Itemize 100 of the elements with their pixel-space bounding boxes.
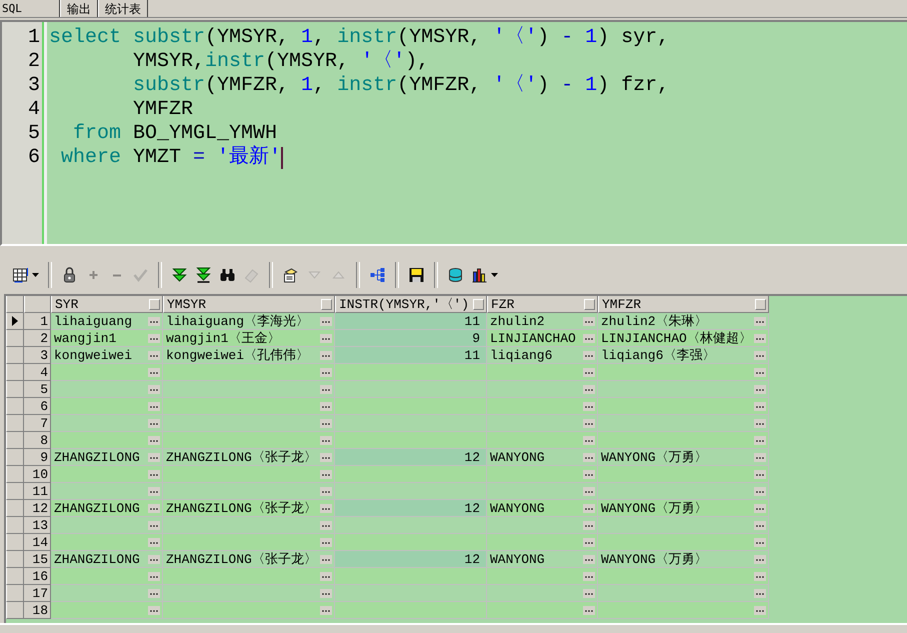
code-line: YMSYR,instr(YMSYR, '〈'), bbox=[132, 50, 430, 74]
binoculars-icon bbox=[219, 267, 236, 283]
ellipsis-button[interactable] bbox=[754, 572, 766, 580]
ellipsis-button[interactable] bbox=[583, 486, 595, 496]
ellipsis-button[interactable] bbox=[148, 486, 160, 496]
ellipsis-button[interactable] bbox=[583, 350, 595, 360]
row-number: 17 bbox=[24, 585, 51, 602]
ellipsis-button[interactable] bbox=[148, 572, 160, 580]
row-selector[interactable] bbox=[6, 313, 24, 330]
ellipsis-button[interactable] bbox=[754, 520, 766, 530]
row-number: 15 bbox=[24, 551, 51, 568]
ellipsis-button[interactable] bbox=[754, 452, 766, 462]
ellipsis-button[interactable] bbox=[148, 452, 160, 462]
ellipsis-button[interactable] bbox=[148, 316, 160, 326]
ellipsis-button[interactable] bbox=[754, 606, 766, 614]
ellipsis-button[interactable] bbox=[754, 402, 766, 410]
header-button[interactable] bbox=[473, 298, 484, 310]
row-number: 3 bbox=[24, 347, 51, 364]
ellipsis-button[interactable] bbox=[754, 486, 766, 496]
ellipsis-button[interactable] bbox=[583, 504, 595, 512]
ellipsis-button[interactable] bbox=[320, 606, 332, 614]
ellipsis-button[interactable] bbox=[320, 554, 332, 564]
ellipsis-button[interactable] bbox=[754, 504, 766, 512]
ellipsis-button[interactable] bbox=[583, 572, 595, 580]
column-header: YMSYR bbox=[167, 296, 208, 312]
tab[interactable]: 统计表 bbox=[98, 0, 148, 17]
ellipsis-button[interactable] bbox=[320, 504, 332, 512]
ellipsis-button[interactable] bbox=[583, 452, 595, 462]
ellipsis-button[interactable] bbox=[320, 520, 332, 530]
ellipsis-button[interactable] bbox=[148, 384, 160, 394]
ellipsis-button[interactable] bbox=[320, 452, 332, 462]
ellipsis-button[interactable] bbox=[583, 402, 595, 410]
tab[interactable]: SQL bbox=[0, 0, 60, 17]
ellipsis-button[interactable] bbox=[583, 436, 595, 444]
ellipsis-button[interactable] bbox=[754, 418, 766, 428]
tab[interactable]: 输出 bbox=[60, 0, 98, 17]
code-line: substr(YMFZR, 1, instr(YMFZR, '〈') - 1) fzr, bbox=[132, 74, 670, 98]
code-line: from BO_YMGL_YMWH bbox=[72, 122, 278, 145]
ellipsis-button[interactable] bbox=[320, 316, 332, 326]
lock-icon bbox=[61, 267, 78, 283]
header-button[interactable] bbox=[584, 298, 595, 310]
ellipsis-button[interactable] bbox=[583, 520, 595, 530]
ellipsis-button[interactable] bbox=[583, 316, 595, 326]
ellipsis-button[interactable] bbox=[754, 470, 766, 478]
ellipsis-button[interactable] bbox=[148, 334, 160, 342]
ellipsis-button[interactable] bbox=[754, 334, 766, 342]
row-number: 13 bbox=[24, 517, 51, 534]
ellipsis-button[interactable] bbox=[320, 384, 332, 394]
ellipsis-button[interactable] bbox=[320, 470, 332, 478]
ellipsis-button[interactable] bbox=[583, 368, 595, 376]
row-number: 1 bbox=[24, 313, 51, 330]
ellipsis-button[interactable] bbox=[148, 402, 160, 410]
ellipsis-button[interactable] bbox=[320, 538, 332, 546]
code-line: where YMZT = '最新' bbox=[60, 146, 282, 170]
column-header: INSTR(YMSYR,'〈') bbox=[339, 296, 470, 312]
header-button[interactable] bbox=[321, 298, 332, 310]
ellipsis-button[interactable] bbox=[754, 436, 766, 444]
ellipsis-button[interactable] bbox=[583, 606, 595, 614]
line-number: 1 bbox=[26, 26, 41, 50]
ellipsis-button[interactable] bbox=[583, 334, 595, 342]
table-cell-text: kongweiwei〈孔伟伟〉 bbox=[166, 346, 310, 364]
ellipsis-button[interactable] bbox=[148, 606, 160, 614]
ellipsis-button[interactable] bbox=[148, 504, 160, 512]
ellipsis-button[interactable] bbox=[320, 334, 332, 342]
ellipsis-button[interactable] bbox=[320, 436, 332, 444]
row-number: 4 bbox=[24, 364, 51, 381]
header-button[interactable] bbox=[755, 298, 766, 310]
header-button[interactable] bbox=[149, 298, 160, 310]
ellipsis-button[interactable] bbox=[754, 538, 766, 546]
ellipsis-button[interactable] bbox=[148, 554, 160, 564]
ellipsis-button[interactable] bbox=[148, 368, 160, 376]
ellipsis-button[interactable] bbox=[583, 588, 595, 598]
ellipsis-button[interactable] bbox=[754, 350, 766, 360]
ellipsis-button[interactable] bbox=[148, 588, 160, 598]
row-number: 14 bbox=[24, 534, 51, 551]
ellipsis-button[interactable] bbox=[320, 418, 332, 428]
ellipsis-button[interactable] bbox=[754, 316, 766, 326]
ellipsis-button[interactable] bbox=[148, 520, 160, 530]
ellipsis-button[interactable] bbox=[148, 418, 160, 428]
ellipsis-button[interactable] bbox=[583, 418, 595, 428]
ellipsis-button[interactable] bbox=[148, 538, 160, 546]
ellipsis-button[interactable] bbox=[754, 554, 766, 564]
ellipsis-button[interactable] bbox=[148, 436, 160, 444]
ellipsis-button[interactable] bbox=[583, 384, 595, 394]
ellipsis-button[interactable] bbox=[148, 350, 160, 360]
ellipsis-button[interactable] bbox=[754, 588, 766, 598]
ellipsis-button[interactable] bbox=[320, 402, 332, 410]
ellipsis-button[interactable] bbox=[320, 368, 332, 376]
ellipsis-button[interactable] bbox=[583, 538, 595, 546]
ellipsis-button[interactable] bbox=[320, 572, 332, 580]
ellipsis-button[interactable] bbox=[583, 470, 595, 478]
ellipsis-button[interactable] bbox=[148, 470, 160, 478]
table-cell-text: WANYONG〈万勇〉 bbox=[601, 500, 709, 516]
ellipsis-button[interactable] bbox=[754, 368, 766, 376]
ellipsis-button[interactable] bbox=[754, 384, 766, 394]
ellipsis-button[interactable] bbox=[583, 554, 595, 564]
ellipsis-button[interactable] bbox=[320, 350, 332, 360]
ellipsis-button[interactable] bbox=[320, 588, 332, 598]
table-cell-text: 12 bbox=[463, 500, 481, 516]
ellipsis-button[interactable] bbox=[320, 486, 332, 496]
